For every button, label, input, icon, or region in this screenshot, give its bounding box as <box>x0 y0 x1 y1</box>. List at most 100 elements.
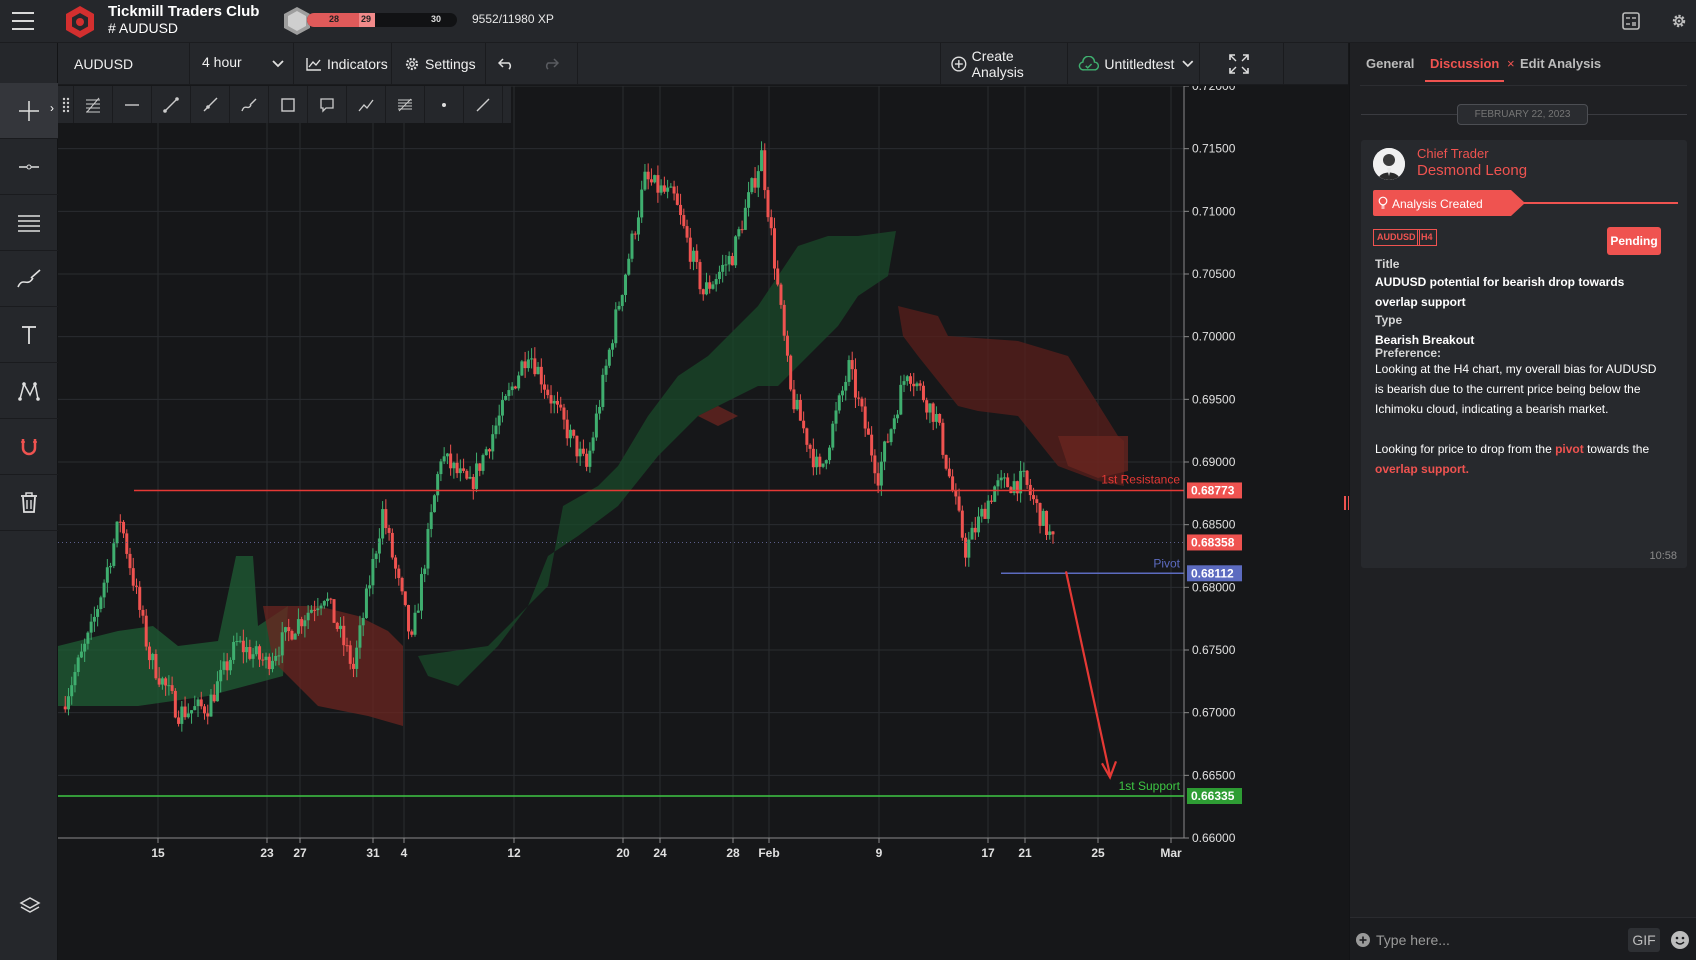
candle-bear <box>944 454 948 469</box>
candle-bear <box>853 369 857 398</box>
settings-button[interactable]: Settings <box>392 43 486 85</box>
panel-tabs: General Discussion × Edit Analysis <box>1350 43 1696 84</box>
pattern-icon <box>18 381 40 401</box>
close-icon[interactable]: × <box>1507 56 1515 71</box>
active-tab-indicator <box>1425 80 1504 82</box>
brush-draw-tool[interactable] <box>230 86 269 123</box>
candle-bear <box>866 428 870 435</box>
candle-bear <box>688 237 692 262</box>
redo-button[interactable] <box>530 43 578 85</box>
candle-bear <box>400 577 404 592</box>
candle-bull <box>419 574 423 611</box>
candle-bear <box>523 361 527 369</box>
type-label: Type <box>1375 313 1403 327</box>
candle-bull <box>219 669 223 682</box>
symbol-selector[interactable]: AUDUSD <box>58 43 190 85</box>
undo-button[interactable] <box>486 43 530 85</box>
level-next: 30 <box>431 14 442 24</box>
crosshair-icon <box>19 100 39 121</box>
emoji-icon[interactable] <box>1670 930 1690 950</box>
y-tick-label: 0.69000 <box>1192 455 1236 469</box>
diagonal-line-tool[interactable] <box>464 86 503 123</box>
calculator-icon[interactable] <box>1622 12 1640 30</box>
candle-bull <box>614 309 618 344</box>
horizontal-line-tool[interactable] <box>0 139 58 195</box>
fib-retracement-tool[interactable] <box>74 86 113 123</box>
candle-bear <box>1015 481 1019 494</box>
candle-bear <box>384 509 388 529</box>
gif-button[interactable]: GIF <box>1628 928 1660 952</box>
hamburger-menu-icon[interactable] <box>12 12 34 30</box>
delete-tool[interactable] <box>0 475 58 531</box>
fib-levels-tool[interactable] <box>0 195 58 251</box>
candle-bull <box>66 696 70 710</box>
candle-bull <box>630 233 634 259</box>
plus-circle-icon[interactable] <box>1356 933 1370 947</box>
candle-bear <box>173 690 177 718</box>
candle-bear <box>989 500 993 502</box>
candle-bull <box>209 694 213 717</box>
path-tool[interactable] <box>347 86 386 123</box>
magnet-icon <box>21 438 37 455</box>
candle-bear <box>487 449 491 452</box>
chart-toolbar: AUDUSD 4 hour Indicators Settings Create… <box>58 43 1348 85</box>
dot-tool[interactable] <box>425 86 464 123</box>
timeframe-selector[interactable]: 4 hour <box>190 43 294 85</box>
timeframe-tag: H4 <box>1417 229 1437 246</box>
avatar[interactable] <box>1373 148 1405 180</box>
candle-bear <box>183 706 187 718</box>
y-tick-label: 0.71000 <box>1192 204 1236 218</box>
chevron-right-icon[interactable]: › <box>50 101 54 115</box>
candle-bear <box>556 400 559 405</box>
candle-bear <box>390 532 394 558</box>
candle-bull <box>970 527 974 540</box>
create-analysis-button[interactable]: Create Analysis <box>940 43 1068 85</box>
grip-handle[interactable] <box>58 86 74 123</box>
parallel-channel-tool[interactable] <box>386 86 425 123</box>
candle-bear <box>267 656 271 670</box>
callout-tool[interactable] <box>308 86 347 123</box>
candle-bear <box>753 178 757 188</box>
candle-bull <box>815 456 819 468</box>
pattern-tool[interactable] <box>0 363 58 419</box>
tab-edit-analysis[interactable]: Edit Analysis <box>1520 56 1601 71</box>
candle-bull <box>452 462 456 469</box>
candle-bull <box>620 295 624 306</box>
message-input[interactable] <box>1376 930 1586 950</box>
workspace-selector[interactable]: Untitledtest <box>1068 43 1200 85</box>
candle-bear <box>918 383 922 386</box>
candle-bull <box>692 250 696 262</box>
fullscreen-button[interactable] <box>1200 43 1284 85</box>
price-chart[interactable]: 1st Resistance Pivot 1st Support 0.72000 0.… <box>58 86 1348 960</box>
crosshair-tool[interactable]: › <box>0 83 58 139</box>
horizontal-ray-tool[interactable] <box>113 86 152 123</box>
author-name[interactable]: Desmond Leong <box>1417 162 1527 179</box>
indicators-button[interactable]: Indicators <box>294 43 392 85</box>
text-tool[interactable] <box>0 307 58 363</box>
tab-discussion[interactable]: Discussion × <box>1430 56 1515 71</box>
candle-bull <box>607 349 611 366</box>
candle-bull <box>319 605 323 609</box>
candle-bear <box>329 598 333 600</box>
candle-bull <box>737 229 741 237</box>
candle-bull <box>296 619 300 634</box>
brush-tool[interactable] <box>0 251 58 307</box>
magnet-tool[interactable] <box>0 419 58 475</box>
x-tick-label: 20 <box>616 846 630 860</box>
indicators-label: Indicators <box>327 56 388 72</box>
candle-bull <box>986 500 990 519</box>
level-current: 28 <box>329 14 340 24</box>
candle-bull <box>416 610 420 613</box>
candle-bull <box>76 657 80 673</box>
chart-canvas[interactable]: 1st Resistance Pivot 1st Support 0.72000 0.… <box>58 86 1348 960</box>
ray-tool[interactable] <box>191 86 230 123</box>
candle-bull <box>364 588 368 618</box>
gear-icon[interactable] <box>1670 12 1688 30</box>
trend-line-tool[interactable] <box>152 86 191 123</box>
candle-bull <box>167 685 171 687</box>
tab-general[interactable]: General <box>1366 56 1414 71</box>
layers-button[interactable] <box>18 895 42 924</box>
rectangle-tool[interactable] <box>269 86 308 123</box>
candle-bear <box>394 557 398 569</box>
candle-bear <box>157 678 161 685</box>
